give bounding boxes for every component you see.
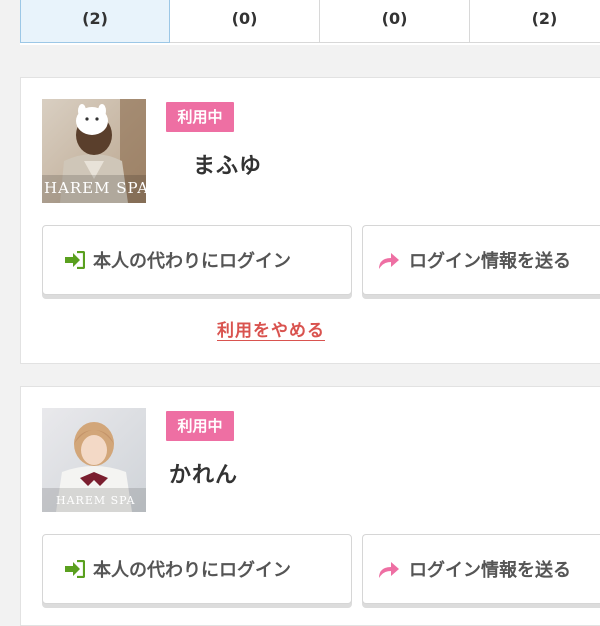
status-badge: 利用中	[166, 411, 234, 441]
thumb-caption: HAREM SPA	[56, 494, 136, 507]
send-login-info-button[interactable]: ログイン情報を送る	[362, 534, 600, 604]
tab-3[interactable]: (0)	[320, 0, 470, 43]
tab-count: (0)	[231, 9, 258, 28]
stop-usage-link[interactable]: 利用をやめる	[21, 316, 600, 341]
tab-4[interactable]: (2)	[470, 0, 600, 43]
status-tabs: (2) (0) (0) (2)	[20, 0, 600, 45]
share-arrow-icon	[377, 250, 401, 270]
cast-name: かれん	[169, 463, 239, 488]
tab-count: (2)	[531, 9, 558, 28]
send-login-info-button[interactable]: ログイン情報を送る	[362, 225, 600, 295]
cast-photo: HAREM SPA	[42, 99, 146, 203]
cast-name: まふゆ	[193, 154, 263, 179]
send-login-info-label: ログイン情報を送る	[409, 560, 571, 581]
login-icon	[65, 251, 85, 269]
tab-count: (0)	[381, 9, 408, 28]
cast-card: HAREM SPA 利用中 まふゆ 本人の代わりにログイン ログイン情報を送る …	[20, 77, 600, 364]
cast-photo: HAREM SPA	[42, 408, 146, 512]
login-as-cast-label: 本人の代わりにログイン	[93, 251, 291, 272]
login-as-cast-button[interactable]: 本人の代わりにログイン	[42, 225, 352, 295]
tab-count: (2)	[82, 9, 108, 28]
tab-1[interactable]: (2)	[20, 0, 171, 43]
send-login-info-label: ログイン情報を送る	[409, 251, 571, 272]
login-as-cast-label: 本人の代わりにログイン	[93, 560, 291, 581]
status-badge: 利用中	[166, 102, 234, 132]
login-icon	[65, 560, 85, 578]
share-arrow-icon	[377, 559, 401, 579]
login-as-cast-button[interactable]: 本人の代わりにログイン	[42, 534, 352, 604]
cast-card: HAREM SPA 利用中 かれん 本人の代わりにログイン ログイン情報を送る	[20, 386, 600, 626]
thumb-caption: HAREM SPA	[44, 179, 146, 197]
tab-2[interactable]: (0)	[170, 0, 321, 43]
stop-usage-label: 利用をやめる	[217, 321, 325, 341]
